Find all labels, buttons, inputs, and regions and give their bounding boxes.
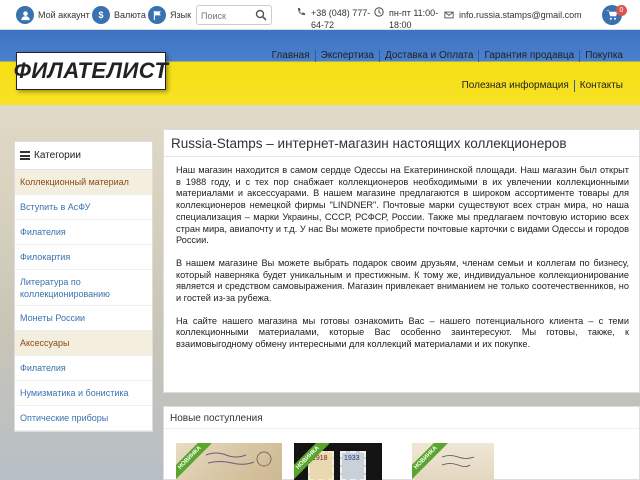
primary-nav: Главная Экспертиза Доставка и Оплата Гар…: [267, 50, 628, 62]
categories-header: Категории: [15, 142, 152, 170]
sidebar-item-accessories[interactable]: Аксессуары: [15, 331, 152, 356]
phone-block: +38 (048) 777-64-72: [296, 0, 383, 30]
sidebar-item-philocarty[interactable]: Филокартия: [15, 245, 152, 270]
envelope-icon: [444, 10, 454, 20]
language-label: Язык: [170, 10, 192, 20]
categories-title: Категории: [34, 150, 81, 161]
about-paragraph: На сайте нашего магазина мы готовы ознак…: [176, 315, 629, 350]
user-icon: [16, 6, 34, 24]
email-link[interactable]: info.russia.stamps@gmail.com: [459, 10, 582, 20]
about-paragraph: В нашем магазине Вы можете выбрать подар…: [176, 257, 629, 304]
hamburger-icon: [20, 151, 30, 160]
email-block: info.russia.stamps@gmail.com: [444, 0, 582, 30]
product-thumbnail[interactable]: НОВИНКА: [412, 443, 494, 480]
nav-expertise[interactable]: Экспертиза: [314, 50, 379, 62]
search-box: [196, 5, 272, 25]
nav-delivery[interactable]: Доставка и Оплата: [378, 50, 479, 62]
search-icon[interactable]: [255, 9, 267, 21]
language-dropdown[interactable]: Язык: [148, 0, 191, 30]
sidebar-item-russian-coins[interactable]: Монеты России: [15, 306, 152, 331]
about-text: Наш магазин находится в самом сердце Оде…: [164, 157, 639, 351]
top-bar: Мой аккаунт $ Валюта Язык +38 (048) 777-…: [0, 0, 640, 30]
page-title: Russia-Stamps – интернет-магазин настоящ…: [164, 130, 639, 157]
about-paragraph: Наш магазин находится в самом сердце Оде…: [176, 165, 629, 246]
working-hours: пн-пт 11:00-18:00: [389, 8, 439, 30]
nav-guarantee[interactable]: Гарантия продавца: [478, 50, 579, 62]
stamp-year-label: 1933: [344, 455, 360, 462]
sidebar-item-optical[interactable]: Оптические приборы: [15, 406, 152, 431]
sidebar-item-philately[interactable]: Филателия: [15, 220, 152, 245]
hours-block: пн-пт 11:00-18:00: [374, 0, 451, 30]
about-panel: Russia-Stamps – интернет-магазин настоящ…: [163, 129, 640, 393]
my-account-link[interactable]: Мой аккаунт: [16, 0, 90, 30]
new-arrivals-title: Новые поступления: [164, 407, 639, 429]
header-banner: ФИЛАТЕЛИСТ Главная Экспертиза Доставка и…: [0, 30, 640, 105]
phone-icon: [296, 7, 306, 17]
sidebar-item-collectibles[interactable]: Коллекционный материал: [15, 170, 152, 195]
secondary-nav: Полезная информация Контакты: [457, 80, 628, 92]
nav-purchase[interactable]: Покупка: [579, 50, 628, 62]
currency-label: Валюта: [114, 10, 146, 20]
product-thumbnail[interactable]: 1918 1933 НОВИНКА: [294, 443, 382, 480]
site-logo[interactable]: ФИЛАТЕЛИСТ: [14, 52, 168, 90]
nav-useful-info[interactable]: Полезная информация: [457, 80, 574, 92]
sidebar-item-join-asfu[interactable]: Вступить в АсФУ: [15, 195, 152, 220]
currency-dropdown[interactable]: $ Валюта: [92, 0, 146, 30]
new-arrivals-panel: Новые поступления НОВИНКА 1918 1933 НОВИ…: [163, 406, 640, 480]
clock-icon: [374, 7, 384, 17]
sidebar-item-numismatics[interactable]: Нумизматика и бонистика: [15, 381, 152, 406]
cart-count-badge: 0: [616, 5, 627, 16]
sidebar-item-literature[interactable]: Литература по коллекционированию: [15, 270, 152, 306]
currency-icon: $: [92, 6, 110, 24]
search-input[interactable]: [197, 7, 253, 25]
category-sidebar: Категории Коллекционный материал Вступит…: [14, 141, 153, 432]
phone-number[interactable]: +38 (048) 777-64-72: [311, 7, 383, 31]
sidebar-item-philately-accessories[interactable]: Филателия: [15, 356, 152, 381]
my-account-label: Мой аккаунт: [38, 10, 90, 20]
flag-icon: [148, 6, 166, 24]
nav-home[interactable]: Главная: [267, 50, 315, 62]
nav-contacts[interactable]: Контакты: [573, 80, 628, 92]
product-thumbnail[interactable]: НОВИНКА: [176, 443, 282, 480]
